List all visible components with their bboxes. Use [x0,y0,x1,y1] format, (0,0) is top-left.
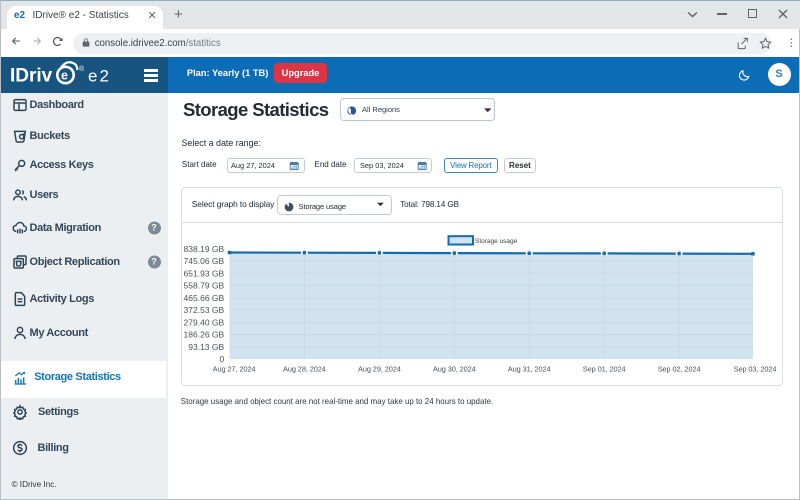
svg-text:e: e [61,69,68,83]
svg-text:Sep 02, 2024: Sep 02, 2024 [658,365,701,374]
svg-text:745.06 GB: 745.06 GB [184,256,225,266]
svg-text:Aug 28, 2024: Aug 28, 2024 [283,365,326,374]
svg-text:Aug 30, 2024: Aug 30, 2024 [433,365,476,374]
svg-text:372.53 GB: 372.53 GB [184,305,225,315]
svg-text:651.93 GB: 651.93 GB [184,268,225,278]
svg-text:Aug 29, 2024: Aug 29, 2024 [358,365,401,374]
svg-text:465.66 GB: 465.66 GB [184,293,225,303]
svg-text:Aug 31, 2024: Aug 31, 2024 [508,365,551,374]
svg-text:558.79 GB: 558.79 GB [184,281,225,291]
svg-text:Sep 01, 2024: Sep 01, 2024 [583,365,626,374]
svg-text:e2: e2 [88,67,111,86]
svg-text:186.26 GB: 186.26 GB [184,330,225,340]
svg-text:Sep 03, 2024: Sep 03, 2024 [734,365,777,374]
svg-text:Storage usage: Storage usage [475,238,518,245]
svg-text:279.40 GB: 279.40 GB [184,317,225,327]
svg-text:0: 0 [219,354,224,364]
svg-text:Aug 27, 2024: Aug 27, 2024 [213,365,256,374]
svg-text:®: ® [79,65,85,73]
svg-text:93.13 GB: 93.13 GB [188,342,224,352]
svg-text:IDriv: IDriv [10,66,53,87]
svg-text:838.19 GB: 838.19 GB [184,244,225,254]
